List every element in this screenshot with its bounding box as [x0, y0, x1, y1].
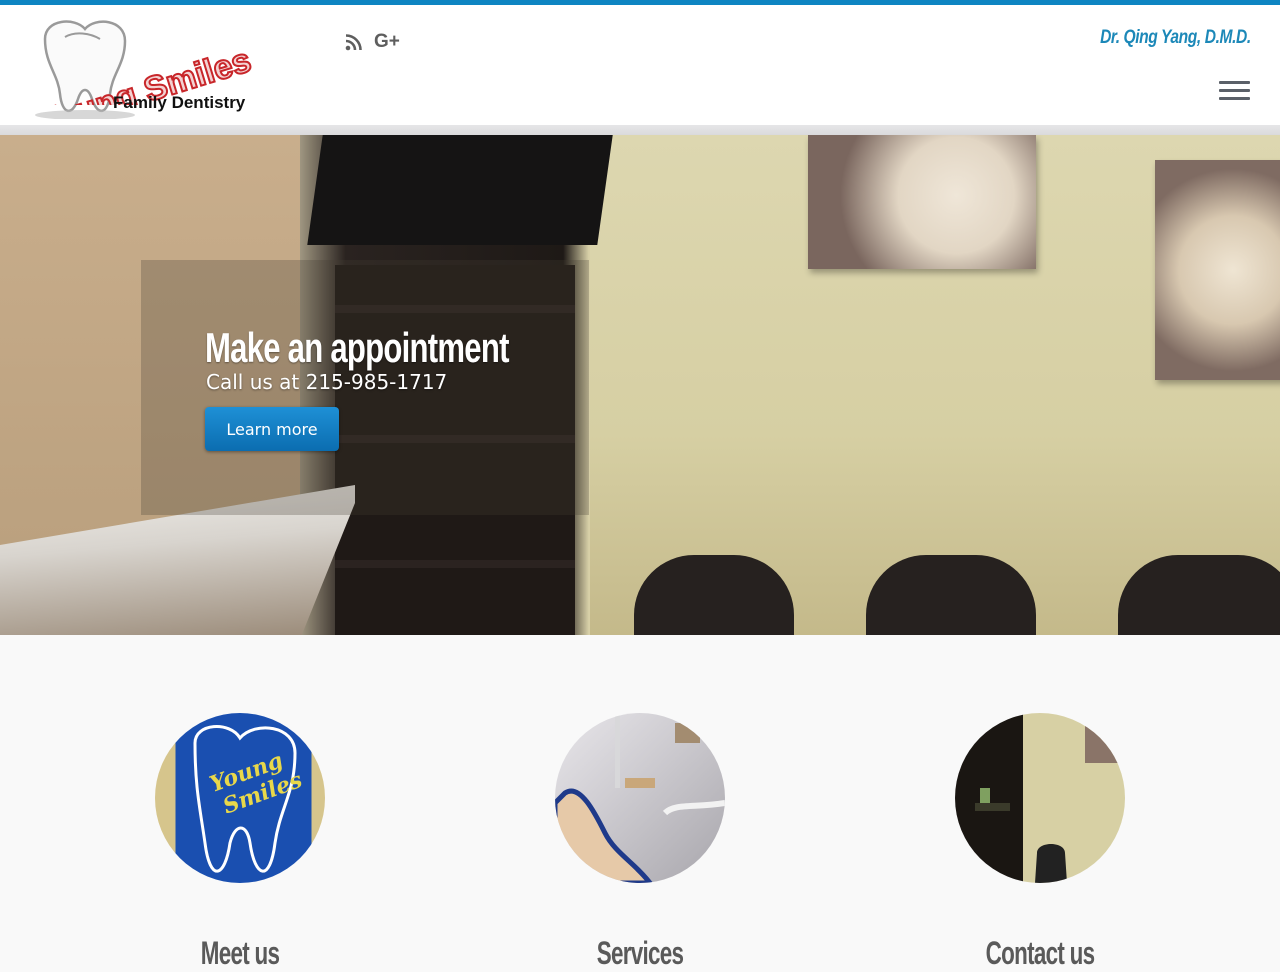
- rss-icon[interactable]: [345, 33, 362, 51]
- header-divider: [0, 125, 1280, 135]
- tooth-sign-icon: Young Smiles: [193, 725, 306, 873]
- logo-tagline: Family Dentistry: [113, 93, 246, 112]
- social-links: G+: [345, 31, 400, 53]
- shelf-board: [335, 560, 575, 568]
- google-plus-icon[interactable]: G+: [374, 31, 400, 53]
- feature-contact-us: Contact us: [955, 713, 1125, 971]
- hamburger-menu-icon[interactable]: [1219, 81, 1250, 101]
- feature-services: Services: [555, 713, 725, 971]
- hero-subtitle: Call us at 215-985-1717: [206, 370, 448, 394]
- hero-image-chair: [1118, 555, 1280, 635]
- meet-us-image[interactable]: Young Smiles: [155, 713, 325, 883]
- doctor-name: Dr. Qing Yang, D.M.D.: [1100, 27, 1251, 48]
- services-image[interactable]: [555, 713, 725, 883]
- feature-title[interactable]: Services: [553, 935, 728, 972]
- hero-image-chair: [634, 555, 794, 635]
- hero-image-chair: [866, 555, 1036, 635]
- hero-image-flower-painting: [808, 135, 1036, 269]
- hero-title: Make an appointment: [205, 324, 509, 371]
- dental-chair-icon: [555, 713, 725, 883]
- site-logo[interactable]: Young Smiles Family Dentistry: [24, 17, 274, 122]
- site-header: Young Smiles Family Dentistry G+ Dr. Qin…: [0, 5, 1280, 125]
- hero-image-flower-painting: [1155, 160, 1280, 380]
- hero-slider: Make an appointment Call us at 215-985-1…: [0, 135, 1280, 635]
- featured-pages: Young Smiles Meet us Services Contact us: [0, 635, 1280, 971]
- hero-image-tv: [307, 135, 613, 245]
- feature-meet-us: Young Smiles Meet us: [155, 713, 325, 971]
- feature-title[interactable]: Meet us: [153, 935, 328, 972]
- waiting-room-icon: [975, 723, 1125, 883]
- contact-us-image[interactable]: [955, 713, 1125, 883]
- learn-more-button[interactable]: Learn more: [205, 407, 339, 451]
- feature-title[interactable]: Contact us: [953, 935, 1128, 972]
